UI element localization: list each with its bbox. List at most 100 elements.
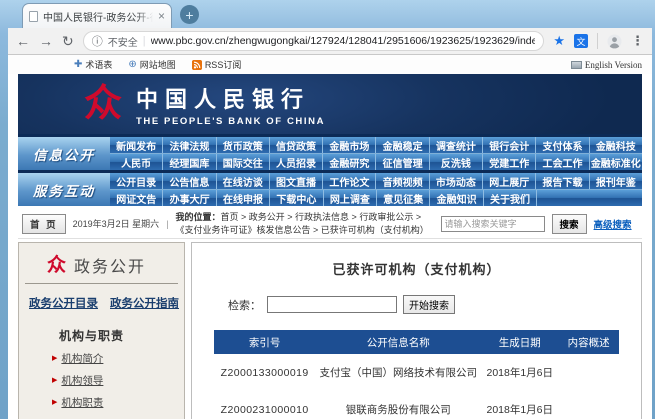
translate-icon[interactable]: 文: [574, 34, 588, 48]
favicon-icon: [29, 11, 38, 22]
cell-index: Z2000231000010: [214, 391, 315, 419]
nav-item[interactable]: 国际交往: [216, 154, 269, 170]
nav-item[interactable]: 金融研究: [322, 154, 375, 170]
glossary-icon: ✚: [74, 59, 82, 70]
nav-item[interactable]: 在线申报: [216, 190, 269, 206]
sidebar-link-directory[interactable]: 政务公开目录: [29, 295, 98, 311]
nav-item[interactable]: 党建工作: [482, 154, 535, 170]
sitemap-icon: ⊕: [128, 59, 136, 70]
sidebar-item[interactable]: ▶ 机构职责: [52, 395, 178, 410]
nav-item[interactable]: 报告下载: [535, 173, 588, 189]
nav-item[interactable]: 工作论文: [322, 173, 375, 189]
new-tab-button[interactable]: +: [180, 5, 199, 24]
nav-item[interactable]: 征信管理: [375, 154, 428, 170]
nav-item[interactable]: 图文直播: [269, 173, 322, 189]
breadcrumb-bar: 首 页 2019年3月2日 星期六 | 我的位置：首页 > 政务公开 > 行政执…: [18, 209, 642, 239]
nav-section-label[interactable]: 信息公开: [18, 137, 110, 170]
nav-item[interactable]: 金融科技: [589, 137, 642, 153]
nav-item[interactable]: 办事大厅: [162, 190, 215, 206]
nav-item[interactable]: 报刊年鉴: [589, 173, 642, 189]
cell-name[interactable]: 支付宝（中国）网络技术有限公司: [315, 354, 481, 391]
sidebar-item-label[interactable]: 机构职责: [61, 395, 103, 410]
table-header-row: 索引号 公开信息名称 生成日期 内容概述: [214, 330, 619, 354]
cell-summary: [558, 354, 619, 391]
site-search-button[interactable]: 搜索: [552, 214, 587, 234]
nav-item[interactable]: 网证文告: [110, 190, 162, 206]
nav-item[interactable]: 反洗钱: [429, 154, 482, 170]
nav-item[interactable]: 金融标准化: [589, 154, 642, 170]
nav-item[interactable]: 金融市场: [322, 137, 375, 153]
nav-item[interactable]: 调查统计: [429, 137, 482, 153]
reload-icon[interactable]: ↻: [62, 34, 74, 48]
sidebar: 众 政务公开 政务公开目录 政务公开指南 机构与职责 ▶ 机构简介 ▶ 机构领导…: [18, 242, 185, 419]
english-version-link[interactable]: English Version: [571, 60, 642, 70]
nav-item[interactable]: 关于我们: [483, 190, 536, 206]
nav-item[interactable]: 市场动态: [429, 173, 482, 189]
bookmark-star-icon[interactable]: ★: [553, 33, 565, 49]
browser-tab[interactable]: 中国人民银行-政务公开-行政执 ×: [22, 3, 172, 28]
retrieve-label: 检索：: [228, 297, 261, 313]
nav-item[interactable]: 人员招录: [269, 154, 322, 170]
nav-item[interactable]: 金融稳定: [375, 137, 428, 153]
main-navigation: 信息公开 新闻发布 法律法规 货币政策 信贷政策 金融市场 金融稳定 调查统计 …: [18, 134, 642, 206]
content-area: 众 政务公开 政务公开目录 政务公开指南 机构与职责 ▶ 机构简介 ▶ 机构领导…: [18, 242, 642, 419]
nav-item[interactable]: 货币政策: [216, 137, 269, 153]
info-icon[interactable]: ⓘ: [92, 33, 103, 49]
cell-name[interactable]: 银联商务股份有限公司: [315, 391, 481, 419]
sidebar-item[interactable]: ▶ 机构简介: [52, 351, 178, 366]
nav-item[interactable]: 人民币: [110, 154, 162, 170]
glossary-label: 术语表: [85, 58, 112, 71]
nav-item[interactable]: 经理国库: [162, 154, 215, 170]
license-table: 索引号 公开信息名称 生成日期 内容概述 Z2000133000019 支付宝（…: [214, 330, 619, 419]
table-row: Z2000231000010 银联商务股份有限公司 2018年1月6日: [214, 391, 619, 419]
sidebar-item-label[interactable]: 机构领导: [61, 373, 103, 388]
rss-link[interactable]: RSS订阅: [192, 58, 242, 71]
nav-item[interactable]: 法律法规: [162, 137, 215, 153]
nav-section-label[interactable]: 服务互动: [18, 173, 110, 206]
breadcrumb[interactable]: 我的位置：首页 > 政务公开 > 行政执法信息 > 行政审批公示 > 《支付业务…: [176, 211, 434, 235]
nav-item[interactable]: 支付体系: [535, 137, 588, 153]
start-search-button[interactable]: 开始搜索: [403, 295, 455, 314]
nav-item[interactable]: 银行会计: [482, 137, 535, 153]
main-panel: 已获许可机构（支付机构） 检索： 开始搜索 索引号 公开信息名称 生成日期 内容…: [191, 242, 642, 419]
nav-section-services: 服务互动 公开目录 公告信息 在线访谈 图文直播 工作论文 音频视频 市场动态 …: [18, 173, 642, 206]
nav-item[interactable]: 音频视频: [375, 173, 428, 189]
pbc-logo-icon: 众: [84, 85, 122, 123]
advanced-search-link[interactable]: 高级搜索: [594, 217, 632, 231]
sidebar-header: 众 政务公开: [25, 251, 178, 284]
tab-close-icon[interactable]: ×: [158, 10, 165, 22]
nav-item[interactable]: 新闻发布: [110, 137, 162, 153]
toolbar-divider: [597, 33, 598, 49]
nav-item[interactable]: 金融知识: [429, 190, 482, 206]
page-title: 已获许可机构（支付机构）: [214, 259, 619, 278]
nav-item[interactable]: 信贷政策: [269, 137, 322, 153]
site-name-en: THE PEOPLE'S BANK OF CHINA: [136, 116, 325, 127]
retrieve-input[interactable]: [267, 296, 397, 313]
nav-item[interactable]: 网上调查: [323, 190, 376, 206]
nav-item[interactable]: 在线访谈: [216, 173, 269, 189]
bullet-icon: ▶: [52, 355, 57, 362]
glossary-link[interactable]: ✚ 术语表: [74, 58, 112, 71]
nav-item[interactable]: 网上展厅: [482, 173, 535, 189]
back-icon[interactable]: ←: [16, 34, 30, 48]
site-search-input[interactable]: [441, 216, 545, 232]
home-button[interactable]: 首 页: [22, 214, 66, 234]
sidebar-link-guide[interactable]: 政务公开指南: [110, 295, 179, 311]
bullet-icon: ▶: [52, 377, 57, 384]
nav-item[interactable]: 工会工作: [535, 154, 588, 170]
nav-item[interactable]: 下载中心: [269, 190, 322, 206]
profile-icon[interactable]: [607, 34, 622, 49]
nav-section-info-disclosure: 信息公开 新闻发布 法律法规 货币政策 信贷政策 金融市场 金融稳定 调查统计 …: [18, 137, 642, 170]
nav-item[interactable]: 公告信息: [162, 173, 215, 189]
nav-item[interactable]: 意见征集: [376, 190, 429, 206]
rss-label: RSS订阅: [205, 58, 242, 71]
sidebar-item[interactable]: ▶ 机构领导: [52, 373, 178, 388]
browser-menu-icon[interactable]: ⋮: [631, 33, 644, 49]
date-text: 2019年3月2日 星期六: [73, 217, 160, 230]
forward-icon[interactable]: →: [39, 34, 53, 48]
sidebar-item-label[interactable]: 机构简介: [61, 351, 103, 366]
sitemap-link[interactable]: ⊕ 网站地图: [128, 58, 175, 71]
nav-item[interactable]: 公开目录: [110, 173, 162, 189]
col-header-date: 生成日期: [481, 330, 558, 354]
address-bar[interactable]: ⓘ 不安全 | www.pbc.gov.cn/zhengwugongkai/12…: [83, 31, 545, 51]
